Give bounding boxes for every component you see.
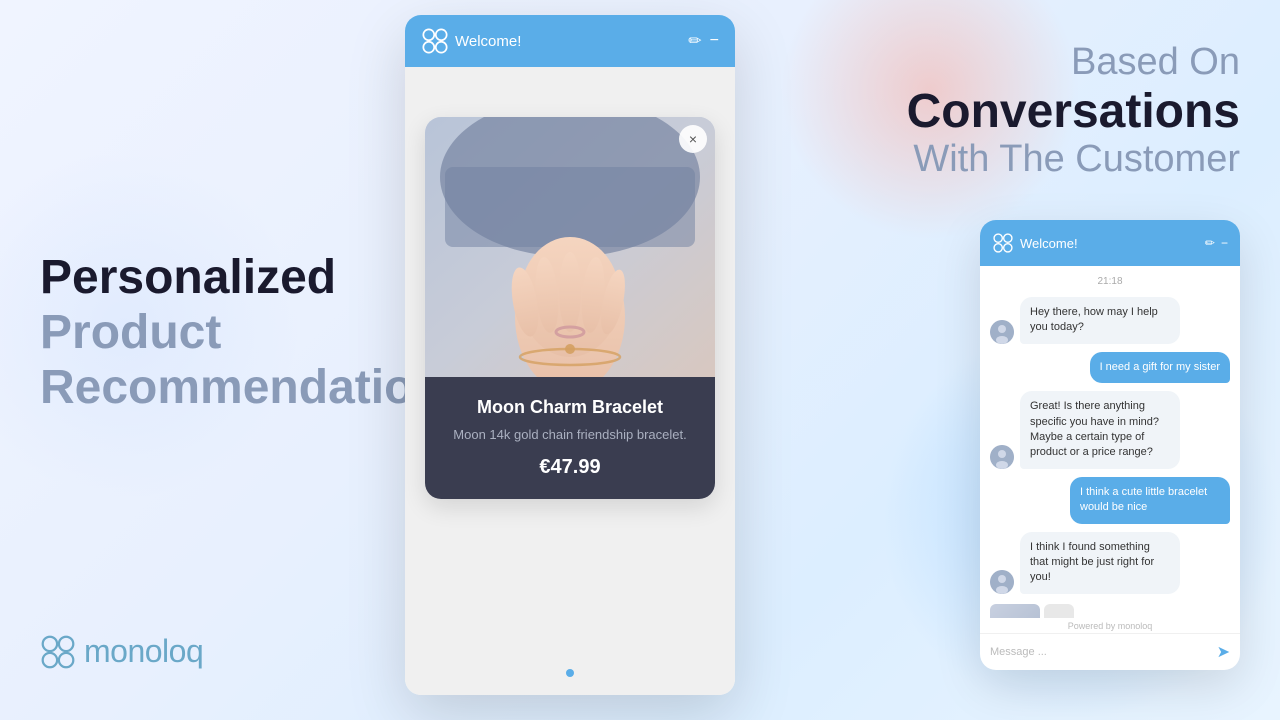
chat-message-bot-3: I think I found something that might be …	[990, 532, 1230, 594]
chat-message-user-2: I think a cute little bracelet would be …	[990, 477, 1230, 524]
product-thumb-1	[990, 604, 1040, 618]
edit-icon: ✏	[688, 31, 701, 51]
chat-message-user-1: I need a gift for my sister	[990, 352, 1230, 383]
chat-message-bot-2: Great! Is there anything specific you ha…	[990, 391, 1230, 469]
product-description: Moon 14k gold chain friendship bracelet.	[445, 426, 695, 444]
chat-widget-small: Welcome! ✏ − 21:18 Hey there, how may I …	[980, 220, 1240, 670]
product-image	[425, 117, 715, 377]
title-line2: Product	[40, 306, 221, 359]
chat-footer[interactable]: Message ... ➤	[980, 633, 1240, 670]
widget-header-actions[interactable]: ✏ −	[688, 31, 719, 51]
widget-title: Welcome!	[455, 33, 521, 50]
chat-powered-by: Powered by monoloq	[980, 618, 1240, 633]
chat-logo-icon	[992, 232, 1014, 254]
title-line1: Personalized	[40, 251, 336, 304]
bubble-bot-3: I think I found something that might be …	[1020, 532, 1180, 594]
chat-timestamp: 21:18	[990, 276, 1230, 287]
chat-header: Welcome! ✏ −	[980, 220, 1240, 266]
chat-title: Welcome!	[1020, 236, 1078, 251]
chat-message-bot-1: Hey there, how may I help you today?	[990, 297, 1230, 344]
product-preview	[990, 604, 1230, 618]
bot-avatar-3	[990, 570, 1014, 594]
chat-edit-icon: ✏	[1205, 236, 1215, 250]
logo-text: monoloq	[84, 633, 203, 670]
chat-header-actions[interactable]: ✏ −	[1205, 236, 1228, 250]
product-thumb-2	[1044, 604, 1074, 618]
chat-minus-icon: −	[1221, 236, 1228, 250]
minus-icon: −	[710, 32, 719, 50]
chat-body: 21:18 Hey there, how may I help you toda…	[980, 266, 1240, 618]
product-name: Moon Charm Bracelet	[445, 397, 695, 418]
right-section: Based On Conversations With The Customer	[880, 40, 1240, 181]
send-icon[interactable]: ➤	[1217, 642, 1230, 662]
bot-avatar-1	[990, 320, 1014, 344]
avatar-icon-3	[990, 570, 1014, 594]
bubble-user-2: I think a cute little bracelet would be …	[1070, 477, 1230, 524]
personalized-title: Personalized Product Recommendations	[40, 250, 420, 416]
widget-header: Welcome! ✏ −	[405, 15, 735, 67]
conversations-text: Conversations	[880, 86, 1240, 139]
product-info: Moon Charm Bracelet Moon 14k gold chain …	[425, 377, 715, 499]
chat-input[interactable]: Message ...	[990, 646, 1047, 658]
nav-dot	[566, 669, 574, 677]
product-price: €47.99	[445, 456, 695, 479]
bubble-bot-2: Great! Is there anything specific you ha…	[1020, 391, 1180, 469]
widget-header-logo: Welcome!	[421, 27, 521, 55]
product-card: ×	[425, 117, 715, 499]
bubble-bot-1: Hey there, how may I help you today?	[1020, 297, 1180, 344]
avatar-icon-2	[990, 445, 1014, 469]
logo-icon	[40, 634, 76, 670]
based-on-text: Based On	[880, 40, 1240, 86]
phone-widget-large: Welcome! ✏ − ×	[405, 15, 735, 695]
with-customer-text: With The Customer	[880, 138, 1240, 181]
bubble-user-1: I need a gift for my sister	[1090, 352, 1230, 383]
bot-avatar-2	[990, 445, 1014, 469]
chat-header-left: Welcome!	[992, 232, 1078, 254]
avatar-icon-1	[990, 320, 1014, 344]
widget-logo-icon	[421, 27, 449, 55]
widget-body: ×	[405, 67, 735, 695]
bracelet-illustration	[425, 117, 715, 377]
logo: monoloq	[40, 633, 203, 670]
product-close-button[interactable]: ×	[679, 125, 707, 153]
left-section: Personalized Product Recommendations	[40, 250, 420, 416]
